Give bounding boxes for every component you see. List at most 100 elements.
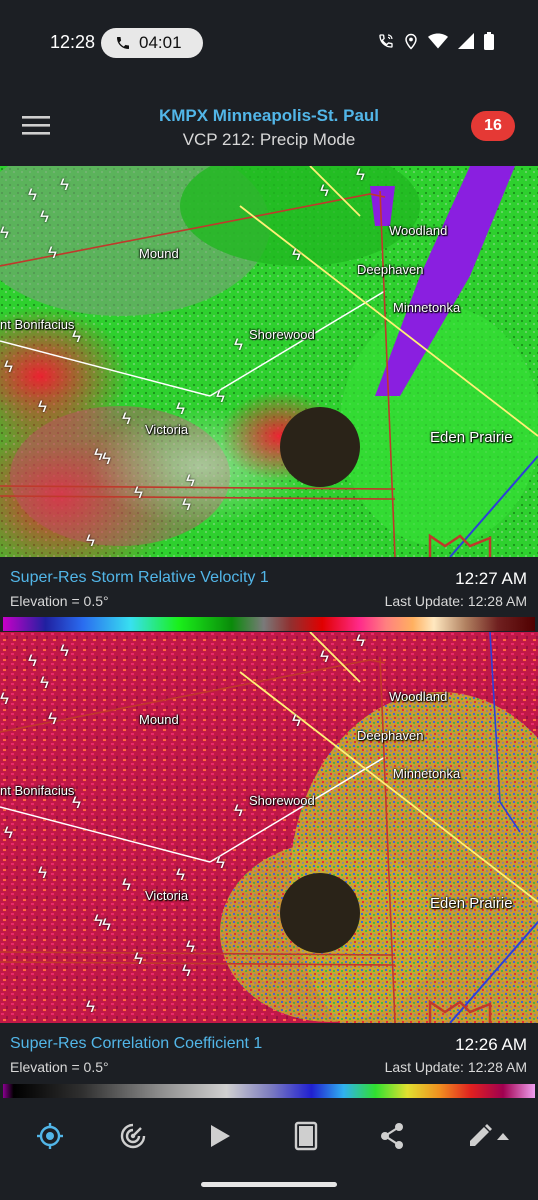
lightning-icon: ϟ <box>186 937 195 956</box>
correlation-radar-panel[interactable]: Mound Woodland Deephaven Minnetonka nt B… <box>0 632 538 1023</box>
alerts-count-badge[interactable]: 16 <box>471 111 515 141</box>
lightning-icon: ϟ <box>134 949 143 968</box>
lightning-icon: ϟ <box>216 387 225 406</box>
lightning-icon: ϟ <box>86 997 95 1016</box>
lightning-icon: ϟ <box>216 853 225 872</box>
lightning-icon: ϟ <box>40 673 49 692</box>
map-label-deephaven: Deephaven <box>357 262 424 277</box>
play-loop-button[interactable] <box>200 1118 240 1154</box>
elevation-angle: Elevation = 0.5° <box>10 1059 109 1075</box>
wifi-calling-icon <box>379 34 393 48</box>
call-timer: 04:01 <box>139 33 182 52</box>
map-label-st-bonifacius: nt Bonifacius <box>0 317 75 332</box>
map-label-eden-prairie: Eden Prairie <box>430 429 513 446</box>
radar-site-button[interactable] <box>113 1118 153 1154</box>
draw-icon <box>470 1124 492 1146</box>
map-label-minnetonka: Minnetonka <box>393 300 461 315</box>
map-label-minnetonka: Minnetonka <box>393 766 461 781</box>
product-name[interactable]: Super-Res Storm Relative Velocity 1 <box>10 569 269 587</box>
scan-time: 12:27 AM <box>455 569 527 588</box>
layers-icon <box>294 1121 318 1151</box>
lightning-icon: ϟ <box>134 483 143 502</box>
correlation-color-scale <box>3 1084 535 1098</box>
home-indicator[interactable] <box>201 1182 337 1187</box>
map-label-woodland: Woodland <box>389 223 448 238</box>
map-label-deephaven: Deephaven <box>357 728 424 743</box>
lightning-icon: ϟ <box>356 166 365 184</box>
lightning-icon: ϟ <box>38 397 47 416</box>
last-update: Last Update: 12:28 AM <box>384 1059 527 1075</box>
lightning-icon: ϟ <box>60 175 69 194</box>
velocity-radar-image <box>0 166 538 557</box>
lightning-icon: ϟ <box>356 632 365 650</box>
velocity-color-scale <box>3 617 535 631</box>
lightning-icon: ϟ <box>320 181 329 200</box>
lightning-icon: ϟ <box>102 449 111 468</box>
lightning-icon: ϟ <box>122 875 131 894</box>
map-label-woodland: Woodland <box>389 689 448 704</box>
map-label-st-bonifacius: nt Bonifacius <box>0 783 75 798</box>
lightning-icon: ϟ <box>320 647 329 666</box>
lightning-icon: ϟ <box>4 823 13 842</box>
layers-button[interactable] <box>286 1118 326 1154</box>
status-icons <box>378 32 494 50</box>
last-update: Last Update: 12:28 AM <box>384 593 527 609</box>
location-target-button[interactable] <box>30 1118 70 1154</box>
lightning-icon: ϟ <box>60 641 69 660</box>
lightning-icon: ϟ <box>176 865 185 884</box>
map-label-victoria: Victoria <box>145 422 189 437</box>
map-label-eden-prairie: Eden Prairie <box>430 895 513 912</box>
map-label-victoria: Victoria <box>145 888 189 903</box>
chevron-up-icon <box>497 1133 509 1140</box>
lightning-icon: ϟ <box>234 335 243 354</box>
lightning-icon: ϟ <box>292 245 301 264</box>
lightning-icon: ϟ <box>182 961 191 980</box>
lightning-icon: ϟ <box>72 327 81 346</box>
wifi-icon <box>428 33 448 49</box>
map-label-shorewood: Shorewood <box>249 793 315 808</box>
location-target-icon <box>37 1123 63 1149</box>
lightning-icon: ϟ <box>38 863 47 882</box>
location-icon <box>405 33 417 50</box>
velocity-radar-panel[interactable]: Mound Woodland Deephaven Minnetonka nt B… <box>0 166 538 557</box>
map-label-shorewood: Shorewood <box>249 327 315 342</box>
correlation-radar-image <box>0 632 538 1023</box>
lightning-icon: ϟ <box>0 223 9 242</box>
lightning-icon: ϟ <box>86 531 95 550</box>
lightning-icon: ϟ <box>0 689 9 708</box>
lightning-icon: ϟ <box>48 709 57 728</box>
map-label-mound: Mound <box>139 246 179 261</box>
lightning-icon: ϟ <box>4 357 13 376</box>
draw-tools-button[interactable] <box>462 1118 514 1154</box>
lightning-icon: ϟ <box>182 495 191 514</box>
lightning-icon: ϟ <box>234 801 243 820</box>
lightning-icon: ϟ <box>28 185 37 204</box>
lightning-icon: ϟ <box>48 243 57 262</box>
scan-time: 12:26 AM <box>455 1035 527 1054</box>
vcp-mode-subtitle: VCP 212: Precip Mode <box>182 130 356 149</box>
status-bar: 12:28 04:01 <box>0 0 538 86</box>
battery-icon <box>484 32 494 50</box>
radar-icon <box>120 1123 146 1149</box>
share-icon <box>381 1123 403 1149</box>
lightning-icon: ϟ <box>122 409 131 428</box>
phone-icon <box>117 37 129 49</box>
elevation-angle: Elevation = 0.5° <box>10 593 109 609</box>
app-header: KMPX Minneapolis-St. Paul VCP 212: Preci… <box>0 86 538 166</box>
product-name[interactable]: Super-Res Correlation Coefficient 1 <box>10 1035 262 1053</box>
ongoing-call-chip[interactable]: 04:01 <box>101 28 203 58</box>
lightning-icon: ϟ <box>28 651 37 670</box>
status-time: 12:28 <box>50 32 96 52</box>
play-icon <box>211 1125 230 1147</box>
lightning-icon: ϟ <box>102 915 111 934</box>
radar-site-title[interactable]: KMPX Minneapolis-St. Paul <box>0 106 538 126</box>
velocity-product-info[interactable]: Super-Res Storm Relative Velocity 1 12:2… <box>0 557 538 617</box>
lightning-icon: ϟ <box>176 399 185 418</box>
lightning-icon: ϟ <box>40 207 49 226</box>
bottom-toolbar <box>0 1100 538 1200</box>
correlation-product-info[interactable]: Super-Res Correlation Coefficient 1 12:2… <box>0 1023 538 1083</box>
lightning-icon: ϟ <box>186 471 195 490</box>
share-button[interactable] <box>372 1118 412 1154</box>
lightning-icon: ϟ <box>292 711 301 730</box>
lightning-icon: ϟ <box>72 793 81 812</box>
